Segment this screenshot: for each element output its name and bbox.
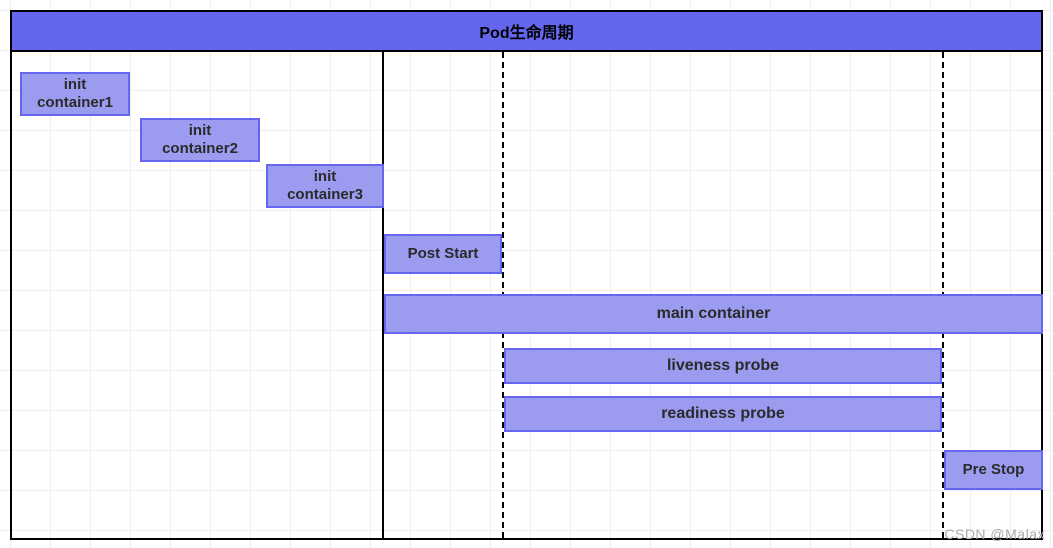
diagram-frame: Pod生命周期 init container1 init container2 … <box>10 10 1043 540</box>
watermark: CSDN @Malax <box>944 526 1045 542</box>
main-container: main container <box>384 294 1043 334</box>
init-container-1: init container1 <box>20 72 130 116</box>
init-container-3: init container3 <box>266 164 384 208</box>
post-start-hook: Post Start <box>384 234 502 274</box>
readiness-probe: readiness probe <box>504 396 942 432</box>
init-container-2: init container2 <box>140 118 260 162</box>
pre-stop-hook: Pre Stop <box>944 450 1043 490</box>
title-bar: Pod生命周期 <box>12 12 1041 52</box>
diagram-title: Pod生命周期 <box>479 19 573 43</box>
liveness-probe: liveness probe <box>504 348 942 384</box>
